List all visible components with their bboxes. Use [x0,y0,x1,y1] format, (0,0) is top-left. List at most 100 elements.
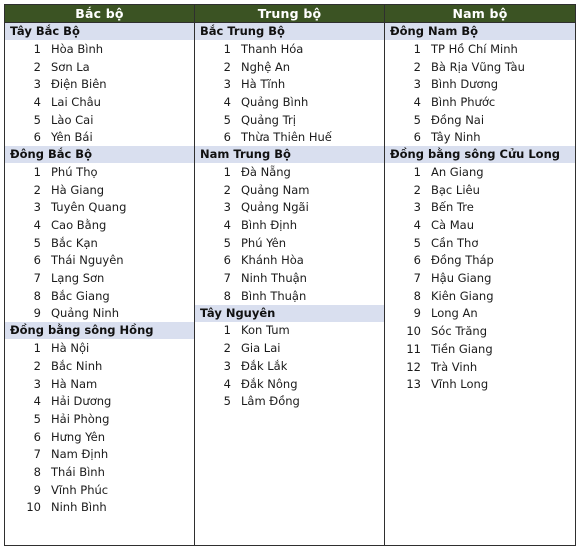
province-name: Lạng Sơn [51,271,105,286]
province-name: Bắc Giang [51,288,110,303]
province-index: 9 [33,306,41,321]
subregion-group: Đông Bắc Bộ 1 Phú Thọ 2 Hà Giang 3 Tuyên Quang… [5,146,194,322]
province-row: 4 Cà Mau [385,216,575,234]
province-name: Vĩnh Phúc [51,482,109,497]
province-row: 4 Quảng Bình [195,93,384,111]
subregion-group: Tây Nguyên 1 Kon Tum 2 Gia Lai 3 Đắk Lắk 4 Đắk N… [195,304,384,410]
region-column-body: Tây Bắc Bộ 1 Hòa Bình 2 Sơn La 3 Điện Biên 4 Lai… [5,23,194,545]
province-name: Phú Thọ [51,164,98,179]
province-row: 5 Lào Cai [5,111,194,129]
province-index: 6 [33,429,41,444]
province-name: Lào Cai [51,112,94,127]
province-row: 8 Kiên Giang [385,287,575,305]
province-name: Bình Thuận [241,288,307,303]
province-index: 11 [406,341,421,356]
province-name: Hải Phòng [51,411,110,426]
province-row: 4 Bình Định [195,216,384,234]
province-name: Kiên Giang [431,288,494,303]
province-index: 7 [223,271,231,286]
province-row: 2 Quảng Nam [195,181,384,199]
province-index: 5 [223,235,231,250]
province-name: Thái Bình [51,464,105,479]
province-row: 10 Ninh Bình [5,499,194,517]
province-row: 4 Đắk Nông [195,375,384,393]
subregion-group: Đông Nam Bộ 1 TP Hồ Chí Minh 2 Bà Rịa Vũng T… [385,23,575,146]
province-row: 1 Kon Tum [195,322,384,340]
province-name: Gia Lai [241,341,281,356]
province-name: Đắk Nông [241,376,298,391]
province-name: Vĩnh Long [431,377,489,392]
page-root: Bắc bộ Tây Bắc Bộ 1 Hòa Bình 2 Sơn La 3 Điện Bi… [0,0,580,552]
province-name: An Giang [431,164,484,179]
province-row: 1 An Giang [385,163,575,181]
province-name: Hải Dương [51,394,112,409]
province-index: 5 [33,235,41,250]
province-index: 2 [33,358,41,373]
subregion-group: Bắc Trung Bộ 1 Thanh Hóa 2 Nghệ An 3 Hà Tĩnh 4 Q… [195,23,384,146]
province-index: 1 [413,164,421,179]
province-name: Quảng Trị [241,112,296,127]
province-row: 1 TP Hồ Chí Minh [385,40,575,58]
province-index: 6 [413,253,421,268]
province-row: 6 Khánh Hòa [195,252,384,270]
province-name: Đồng Tháp [431,253,494,268]
province-index: 2 [413,59,421,74]
province-index: 8 [413,288,421,303]
province-index: 1 [33,341,41,356]
subregion-group-header: Đông Bắc Bộ [5,146,194,164]
subregion-group-header: Đông Nam Bộ [385,23,575,40]
province-name: Bình Định [241,218,298,233]
province-name: Bình Dương [431,77,499,92]
province-row: 5 Hải Phòng [5,410,194,428]
province-row: 12 Trà Vinh [385,358,575,376]
province-name: Bắc Ninh [51,358,103,373]
province-name: Kon Tum [241,323,290,338]
region-column: Nam bộ Đông Nam Bộ 1 TP Hồ Chí Minh 2 Bà Rịa … [385,5,575,545]
province-row: 2 Nghệ An [195,58,384,76]
province-row: 2 Bạc Liêu [385,181,575,199]
province-index: 2 [223,341,231,356]
province-index: 4 [413,218,421,233]
province-name: Tây Ninh [431,130,481,145]
province-index: 5 [33,411,41,426]
province-name: Thái Nguyên [51,253,124,268]
province-row: 2 Hà Giang [5,181,194,199]
province-row: 8 Thái Bình [5,463,194,481]
province-row: 8 Bắc Giang [5,287,194,305]
province-name: Bà Rịa Vũng Tàu [431,59,525,74]
province-name: Tuyên Quang [51,200,127,215]
province-name: Thanh Hóa [241,41,304,56]
province-row: 1 Đà Nẵng [195,163,384,181]
province-name: Bạc Liêu [431,182,480,197]
province-index: 13 [406,377,421,392]
province-row: 6 Đồng Tháp [385,252,575,270]
province-index: 3 [413,200,421,215]
province-row: 9 Vĩnh Phúc [5,481,194,499]
province-name: Đồng Nai [431,112,485,127]
province-index: 12 [406,359,421,374]
province-name: Yên Bái [51,130,93,145]
province-name: Điện Biên [51,77,107,92]
province-index: 10 [406,324,421,339]
province-index: 6 [223,253,231,268]
province-row: 6 Tây Ninh [385,128,575,146]
province-row: 6 Yên Bái [5,128,194,146]
province-index: 7 [413,271,421,286]
subregion-group-header: Tây Nguyên [195,304,384,322]
province-name: Nghệ An [241,59,291,74]
province-index: 9 [33,482,41,497]
province-index: 1 [33,41,41,56]
province-row: 1 Hà Nội [5,339,194,357]
province-row: 1 Phú Thọ [5,163,194,181]
province-row: 4 Bình Phước [385,93,575,111]
province-index: 1 [413,41,421,56]
province-name: Bến Tre [431,200,474,215]
region-column: Trung bộ Bắc Trung Bộ 1 Thanh Hóa 2 Nghệ An 3 H… [195,5,385,545]
province-name: Quảng Ninh [51,306,120,321]
province-index: 5 [223,112,231,127]
province-index: 4 [223,94,231,109]
subregion-group: Đồng bằng sông Hồng 1 Hà Nội 2 Bắc Ninh 3 Hà N… [5,322,194,516]
province-row: 2 Gia Lai [195,339,384,357]
province-index: 8 [223,288,231,303]
province-index: 4 [413,94,421,109]
